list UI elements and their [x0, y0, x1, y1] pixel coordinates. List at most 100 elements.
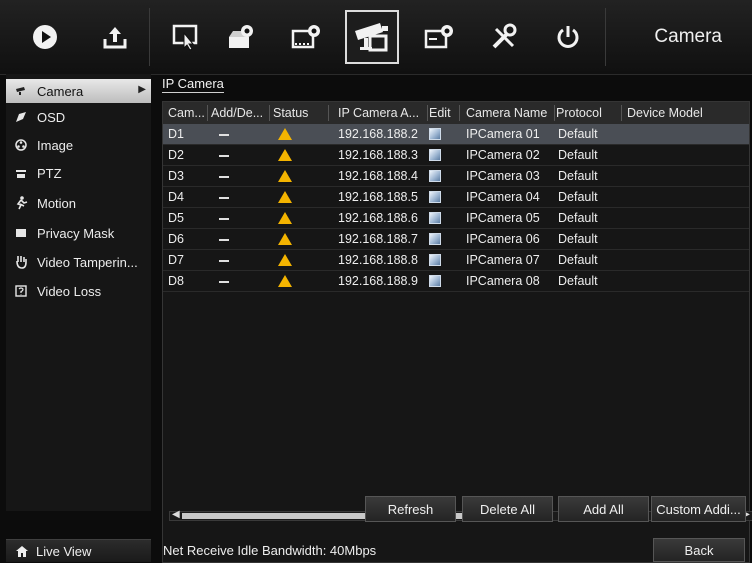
camera-settings-button[interactable]	[345, 10, 399, 64]
cell-ip-address: 192.168.188.7	[338, 232, 418, 246]
column-header-status[interactable]: Status	[273, 106, 308, 120]
table-row[interactable]: D2 192.168.188.3 IPCamera 02 Default	[163, 145, 749, 166]
column-header-ip-address[interactable]: IP Camera A...	[338, 106, 419, 120]
upload-button[interactable]	[88, 10, 142, 64]
table-row[interactable]: D3 192.168.188.4 IPCamera 03 Default	[163, 166, 749, 187]
sidebar-item-privacy-mask[interactable]: Privacy Mask	[6, 221, 151, 245]
cell-ip-address: 192.168.188.9	[338, 274, 418, 288]
warning-icon	[278, 275, 292, 287]
warning-icon	[278, 170, 292, 182]
camera-icon	[355, 23, 388, 52]
sidebar-item-label: OSD	[37, 109, 66, 125]
sidebar-item-motion[interactable]: Motion	[6, 191, 151, 215]
edit-icon[interactable]	[429, 128, 441, 140]
column-header-device-model[interactable]: Device Model	[627, 106, 703, 120]
cell-camera: D1	[168, 127, 184, 141]
sidebar-item-label: Motion	[37, 195, 77, 211]
column-separator	[621, 105, 622, 121]
remove-icon[interactable]	[219, 281, 229, 283]
sidebar-item-video-tampering[interactable]: Video Tamperin...	[6, 250, 151, 274]
cell-camera-name: IPCamera 08	[466, 274, 540, 288]
bandwidth-status: Net Receive Idle Bandwidth: 40Mbps	[163, 543, 377, 558]
tab-ip-camera[interactable]: IP Camera	[162, 76, 224, 93]
column-separator	[328, 105, 329, 121]
record-settings-button[interactable]	[214, 10, 268, 64]
remove-icon[interactable]	[219, 218, 229, 220]
remove-icon[interactable]	[219, 197, 229, 199]
back-button[interactable]: Back	[653, 538, 745, 562]
power-button[interactable]	[541, 10, 595, 64]
column-header-protocol[interactable]: Protocol	[556, 106, 602, 120]
chevron-right-icon: ▶	[138, 84, 146, 95]
cell-camera: D6	[168, 232, 184, 246]
play-button[interactable]	[18, 10, 72, 64]
table-row[interactable]: D5 192.168.188.6 IPCamera 05 Default	[163, 208, 749, 229]
edit-icon[interactable]	[429, 191, 441, 203]
cell-protocol: Default	[558, 190, 598, 204]
footer: Live View Net Receive Idle Bandwidth: 40…	[0, 511, 752, 562]
column-separator	[459, 105, 460, 121]
sidebar-item-ptz[interactable]: PTZ	[6, 161, 151, 185]
cell-camera: D7	[168, 253, 184, 267]
warning-icon	[278, 254, 292, 266]
sidebar-item-osd[interactable]: OSD	[6, 105, 151, 129]
column-header-camera[interactable]: Cam...	[168, 106, 205, 120]
column-separator	[554, 105, 555, 121]
event-settings-button[interactable]	[412, 10, 466, 64]
config-button[interactable]	[159, 10, 213, 64]
remove-icon[interactable]	[219, 239, 229, 241]
table-row[interactable]: D4 192.168.188.5 IPCamera 04 Default	[163, 187, 749, 208]
sidebar-item-camera[interactable]: Camera ▶	[6, 79, 151, 103]
remove-icon[interactable]	[219, 134, 229, 136]
column-header-edit[interactable]: Edit	[429, 106, 451, 120]
remove-icon[interactable]	[219, 155, 229, 157]
table-row[interactable]: D7 192.168.188.8 IPCamera 07 Default	[163, 250, 749, 271]
ip-camera-table: Cam... Add/De... Status IP Camera A... E…	[162, 101, 752, 563]
column-header-add-delete[interactable]: Add/De...	[211, 106, 263, 120]
column-separator	[269, 105, 270, 121]
cell-ip-address: 192.168.188.6	[338, 211, 418, 225]
edit-icon[interactable]	[429, 149, 441, 161]
remove-icon[interactable]	[219, 260, 229, 262]
storage-settings-button[interactable]	[279, 10, 333, 64]
play-icon	[33, 25, 57, 49]
sidebar-item-image[interactable]: Image	[6, 133, 151, 157]
top-toolbar: Camera	[0, 0, 752, 75]
motion-icon	[14, 196, 28, 210]
edit-icon[interactable]	[429, 212, 441, 224]
warning-icon	[278, 233, 292, 245]
table-header: Cam... Add/De... Status IP Camera A... E…	[163, 102, 749, 125]
toolbar-separator	[605, 8, 606, 66]
warning-icon	[278, 128, 292, 140]
power-icon	[557, 26, 579, 48]
edit-icon[interactable]	[429, 170, 441, 182]
main-panel: IP Camera Cam... Add/De... Status IP Cam…	[155, 74, 752, 563]
cell-protocol: Default	[558, 127, 598, 141]
table-row[interactable]: D1 192.168.188.2 IPCamera 01 Default	[163, 124, 749, 145]
camera-icon	[14, 84, 28, 98]
cell-protocol: Default	[558, 274, 598, 288]
live-view-button[interactable]: Live View	[6, 539, 151, 562]
warning-icon	[278, 191, 292, 203]
cell-camera-name: IPCamera 06	[466, 232, 540, 246]
sidebar: Camera ▶ OSD Image PTZ Motion Privacy Ma…	[6, 74, 151, 511]
column-header-camera-name[interactable]: Camera Name	[466, 106, 547, 120]
warning-icon	[278, 149, 292, 161]
edit-icon[interactable]	[429, 233, 441, 245]
tools-button[interactable]	[477, 10, 531, 64]
sidebar-item-video-loss[interactable]: Video Loss	[6, 279, 151, 303]
video-tampering-icon	[14, 255, 28, 269]
sidebar-item-label: Privacy Mask	[37, 225, 115, 241]
record-settings-icon	[229, 25, 253, 48]
cell-camera: D5	[168, 211, 184, 225]
edit-icon[interactable]	[429, 275, 441, 287]
event-settings-icon	[424, 25, 453, 49]
cell-camera: D4	[168, 190, 184, 204]
config-icon	[172, 24, 198, 51]
cell-protocol: Default	[558, 211, 598, 225]
cell-ip-address: 192.168.188.2	[338, 127, 418, 141]
table-row[interactable]: D6 192.168.188.7 IPCamera 06 Default	[163, 229, 749, 250]
edit-icon[interactable]	[429, 254, 441, 266]
remove-icon[interactable]	[219, 176, 229, 178]
table-row[interactable]: D8 192.168.188.9 IPCamera 08 Default	[163, 271, 749, 292]
